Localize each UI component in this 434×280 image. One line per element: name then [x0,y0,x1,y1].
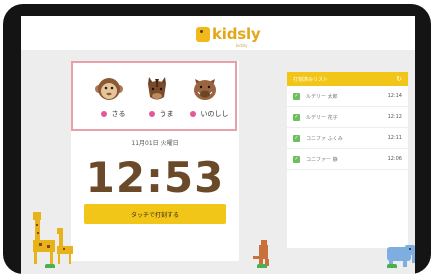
class-label: うま [159,110,174,118]
grass-decoration [387,264,397,268]
attendance-list-header: 打刻済みリスト ↻ [287,72,408,86]
list-item[interactable]: ✓ ルデリー 太郎 12:14 [287,86,408,107]
tablet-frame: kidsly kidsly さる うま いのしし 11月01日 火曜日 12:5… [3,4,431,274]
grass-decoration [45,264,55,268]
check-icon: ✓ [293,134,300,142]
list-item-time: 12:14 [387,93,402,99]
check-icon: ✓ [293,155,300,163]
app-header: kidsly kidsly [21,16,415,50]
class-label: さる [111,110,126,118]
class-selector: さる うま いのしし [71,61,237,131]
date-display: 11月01日 火曜日 [131,140,179,147]
attendance-list-title: 打刻済みリスト [293,76,329,83]
attendance-list: 打刻済みリスト ↻ ✓ ルデリー 太郎 12:14 ✓ ルデリー 花子 12:1… [287,72,408,248]
list-item-name: コニファー 静 [306,156,338,163]
list-item-name: ルデリー 太郎 [306,93,338,100]
logo-text: kidsly [212,25,261,43]
list-item-time: 12:12 [387,114,402,120]
list-item[interactable]: ✓ コニファ ふくみ 12:11 [287,128,408,149]
list-item-name: コニファ ふくみ [306,135,343,142]
kidsly-logo: kidsly [196,24,261,44]
app-screen: kidsly kidsly さる うま いのしし 11月01日 火曜日 12:5… [21,16,415,274]
boar-icon [194,79,216,100]
list-item-time: 12:06 [387,156,402,162]
list-item[interactable]: ✓ コニファー 静 12:06 [287,149,408,170]
logo-subtext: kidsly [236,43,248,48]
refresh-icon[interactable]: ↻ [396,75,402,83]
check-icon: ✓ [293,92,300,100]
class-dot-icon [148,111,155,117]
check-icon: ✓ [293,113,300,121]
clock-display: 12:53 [85,153,225,202]
class-dot-icon [100,111,107,117]
list-item-name: ルデリー 花子 [306,114,338,121]
giraffe-logo-icon [196,26,210,42]
class-dot-icon [189,111,196,117]
class-label: いのしし [200,110,229,118]
punch-button[interactable]: タッチで打刻する [84,204,226,224]
giraffe-illustration [33,212,73,264]
list-item-time: 12:11 [387,135,402,141]
list-item[interactable]: ✓ ルデリー 花子 12:12 [287,107,408,128]
grass-decoration [257,264,267,268]
horse-icon [148,77,166,100]
monkey-icon [95,78,123,100]
